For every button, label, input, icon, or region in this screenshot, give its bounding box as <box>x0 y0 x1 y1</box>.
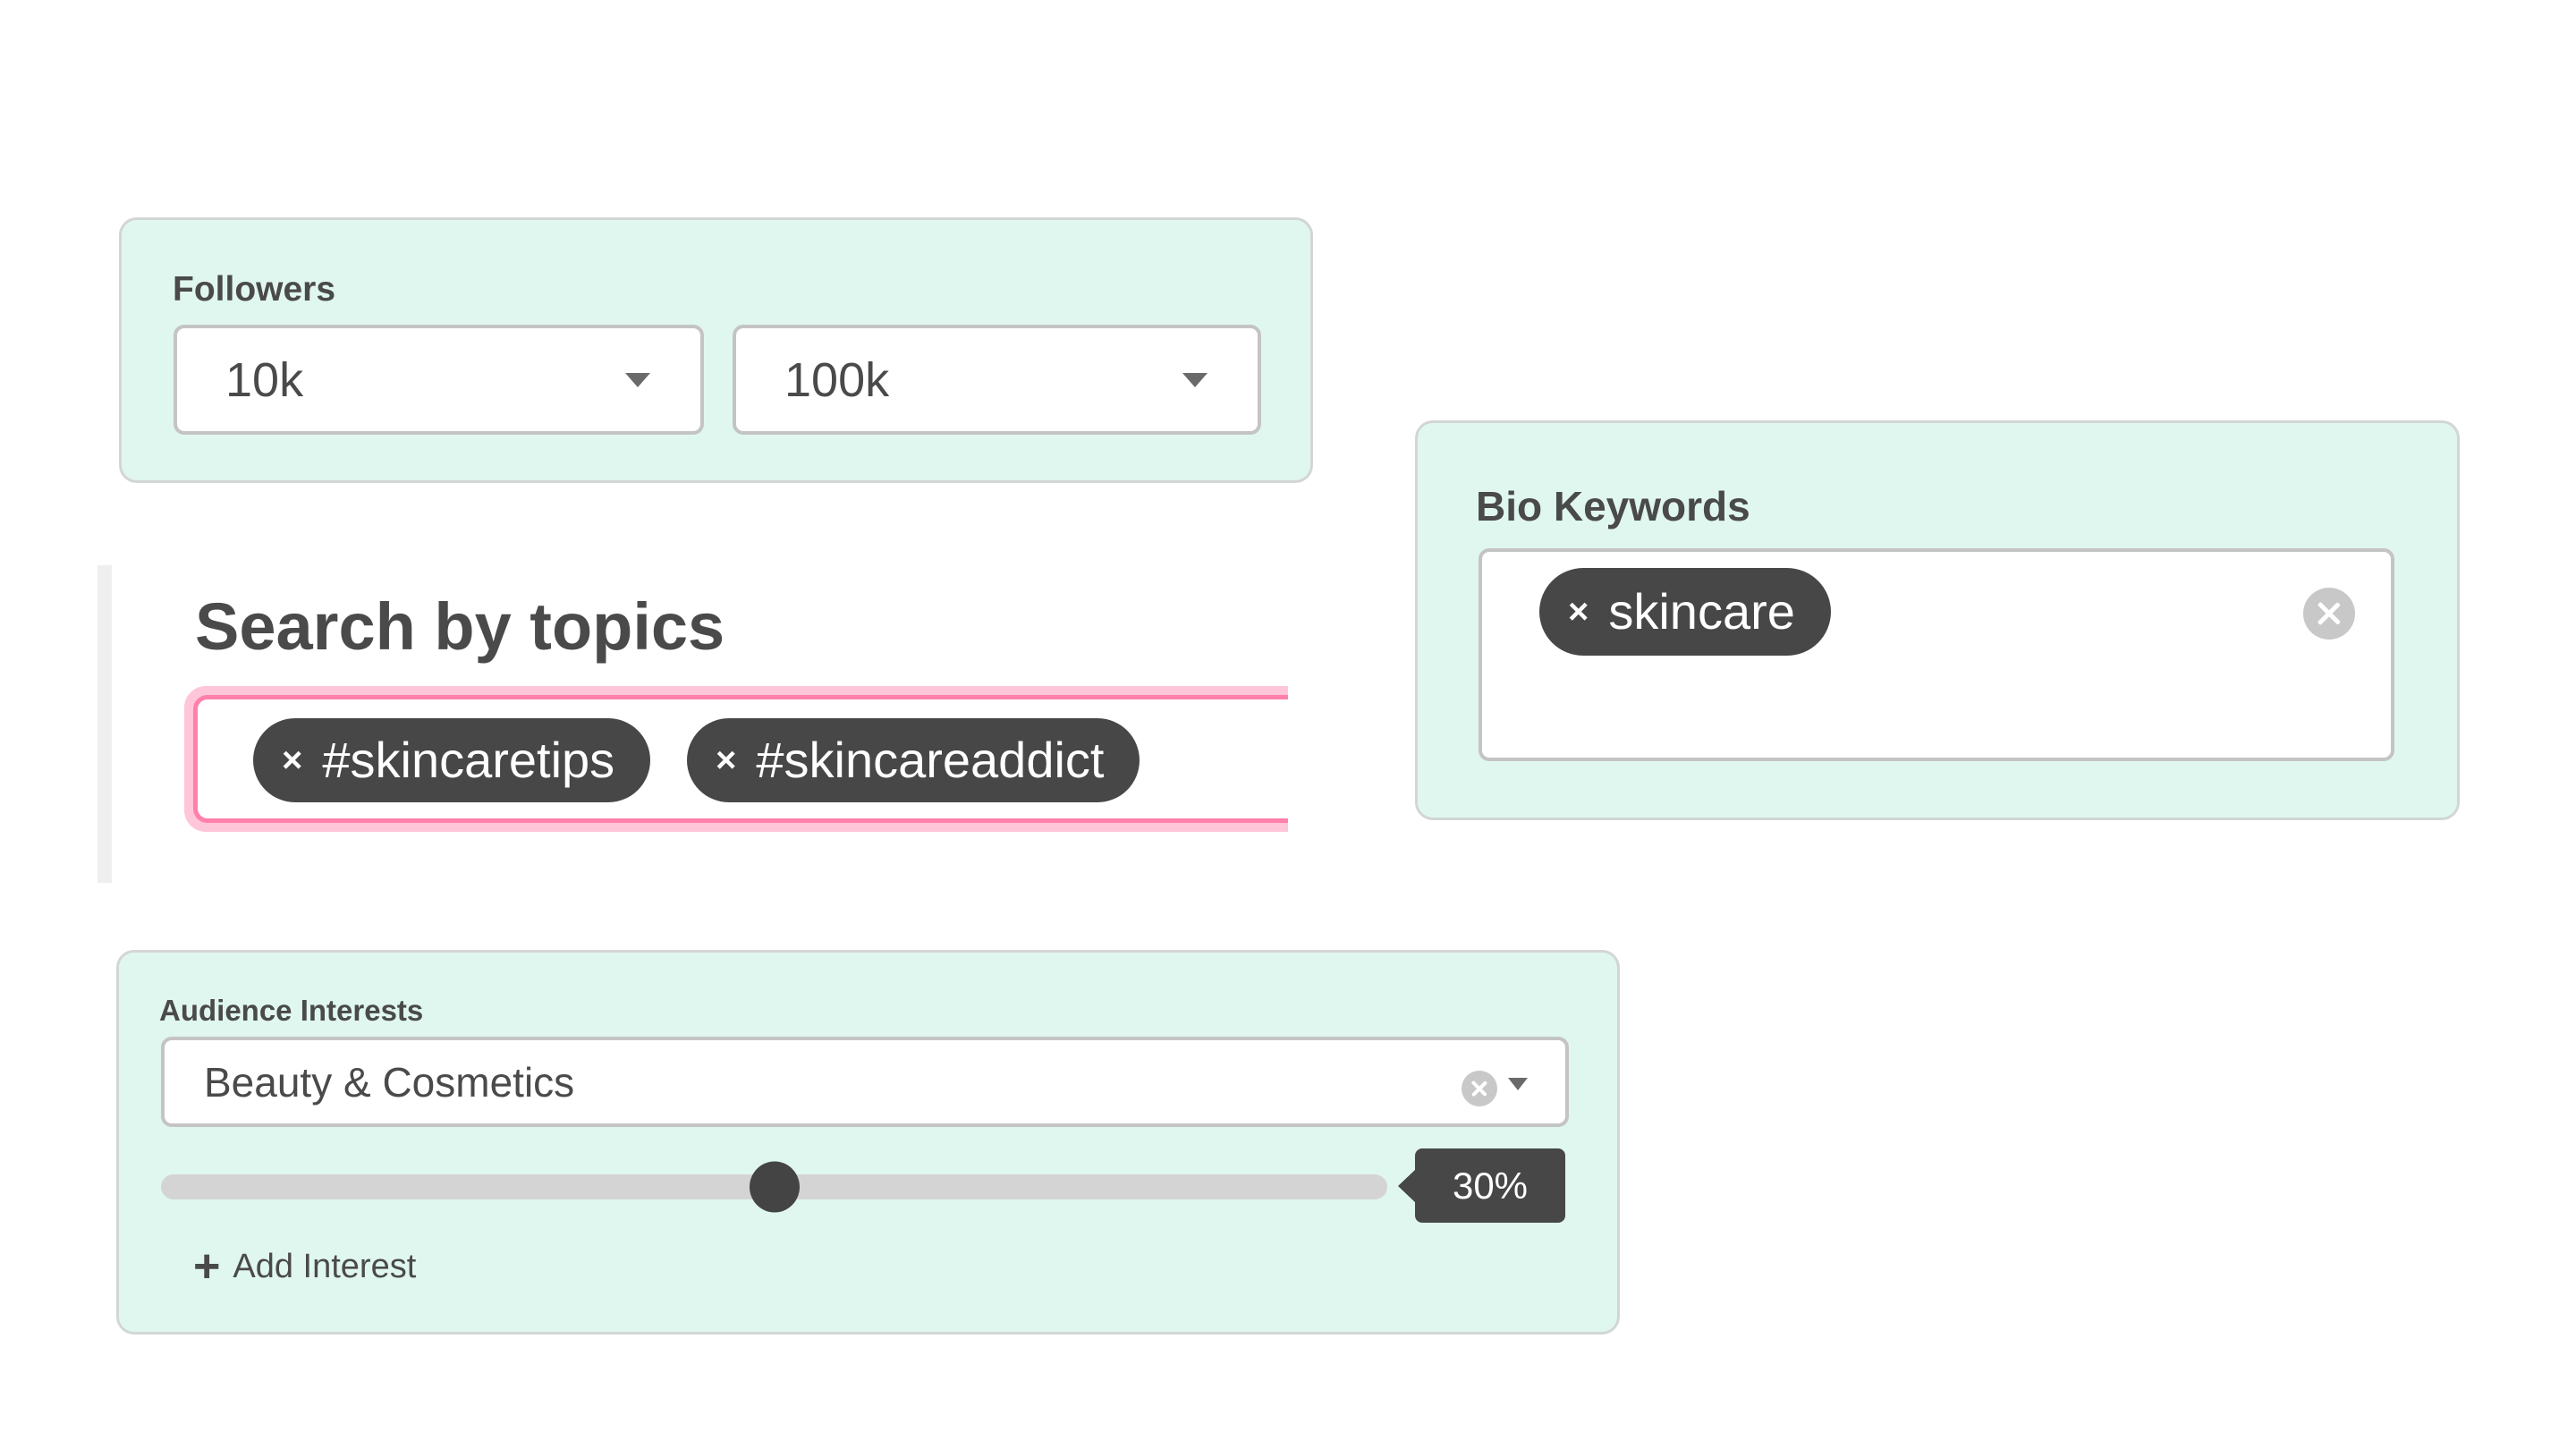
followers-min-value: 10k <box>225 352 304 407</box>
topic-tag-label: #skincareaddict <box>756 732 1105 788</box>
bio-keywords-panel: Bio Keywords × skincare <box>1415 420 2460 820</box>
slider-value-tooltip: 30% <box>1398 1148 1565 1223</box>
clear-circle-icon[interactable] <box>1462 1071 1497 1106</box>
caret-down-icon <box>1182 373 1208 387</box>
add-interest-button[interactable]: + Add Interest <box>193 1243 416 1290</box>
slider-value-label: 30% <box>1452 1164 1529 1207</box>
bio-keywords-label: Bio Keywords <box>1476 483 1750 530</box>
audience-interests-panel: Audience Interests Beauty & Cosmetics 30… <box>116 950 1620 1335</box>
followers-max-value: 100k <box>784 352 890 407</box>
followers-min-select[interactable]: 10k <box>174 325 704 435</box>
followers-max-select[interactable]: 100k <box>733 325 1261 435</box>
followers-filter-panel: Followers 10k 100k <box>119 217 1313 483</box>
topic-tag: × #skincaretips <box>253 718 651 802</box>
audience-interest-value: Beauty & Cosmetics <box>204 1058 575 1106</box>
remove-tag-icon[interactable]: × <box>1568 594 1589 630</box>
topics-heading: Search by topics <box>195 589 725 664</box>
audience-interest-select[interactable]: Beauty & Cosmetics <box>161 1037 1569 1127</box>
bio-keyword-tag: × skincare <box>1539 568 1831 656</box>
topics-section-accent-bar <box>97 565 112 883</box>
followers-label: Followers <box>173 270 336 309</box>
topic-tag: × #skincareaddict <box>687 718 1140 802</box>
bio-keyword-tag-label: skincare <box>1608 583 1795 640</box>
tooltip-pointer <box>1398 1168 1416 1203</box>
bio-keywords-input[interactable]: × skincare <box>1479 548 2394 761</box>
caret-down-icon <box>625 373 650 387</box>
add-interest-label: Add Interest <box>233 1248 417 1285</box>
remove-tag-icon[interactable]: × <box>716 742 736 778</box>
audience-interests-label: Audience Interests <box>159 994 424 1027</box>
interest-weight-slider[interactable] <box>161 1161 1387 1213</box>
topics-input-focus-ring: × #skincaretips × #skincareaddict <box>184 686 1288 832</box>
slider-thumb[interactable] <box>749 1161 800 1213</box>
remove-tag-icon[interactable]: × <box>282 742 302 778</box>
plus-icon: + <box>193 1241 221 1292</box>
caret-down-icon[interactable] <box>1508 1078 1528 1090</box>
topic-tag-label: #skincaretips <box>322 732 615 788</box>
clear-circle-icon[interactable] <box>2303 588 2355 640</box>
topics-input[interactable]: × #skincaretips × #skincareaddict <box>184 686 1288 832</box>
